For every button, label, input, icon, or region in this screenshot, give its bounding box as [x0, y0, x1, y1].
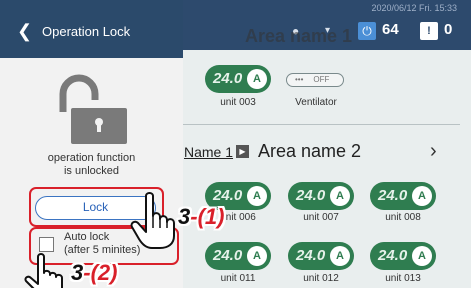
unit-label: unit 007 [303, 212, 339, 223]
unit-label: unit 011 [220, 273, 256, 284]
play-arrow-icon: ▶ [236, 145, 249, 158]
unit-label: unit 003 [220, 97, 256, 108]
chevron-left-icon[interactable]: ❮ [17, 22, 32, 40]
step-label-3-1: 3-(1) [178, 204, 224, 230]
unit-button[interactable]: 24.0 A [288, 182, 354, 210]
area2-header[interactable]: Name 1 ▶ Area name 2 › [160, 140, 471, 164]
unit-temp: 24.0 [213, 247, 243, 264]
unit-label: unit 012 [303, 273, 339, 284]
area2-name: Area name 2 [258, 141, 362, 161]
ventilator-label: Ventilator [295, 97, 337, 108]
area1-title: Area name 1 [245, 26, 353, 46]
auto-mode-icon: A [247, 246, 267, 266]
status-line-1: operation function [47, 152, 136, 164]
unit-temp: 24.0 [213, 70, 243, 87]
step-number: 3 [178, 204, 191, 229]
auto-mode-icon: A [412, 246, 432, 266]
chevron-right-icon[interactable]: › [430, 140, 437, 163]
pointing-hand-icon [24, 253, 63, 288]
unit-button[interactable]: 24.0 A [205, 242, 271, 270]
auto-mode-icon: A [247, 69, 267, 89]
unit-temp: 24.0 [296, 247, 326, 264]
unit-temp: 24.0 [378, 187, 408, 204]
divider [160, 124, 460, 125]
unit-button[interactable]: 24.0 A [288, 242, 354, 270]
step-number: 3 [71, 260, 84, 285]
area-name-link[interactable]: Name 1 [184, 144, 233, 160]
panel-title: Operation Lock [42, 24, 131, 39]
step-sub: -(1) [190, 204, 225, 229]
unit-button[interactable]: 24.0 A [205, 65, 271, 93]
power-icon: ⏻ [358, 22, 376, 40]
pointing-hand-icon [130, 192, 175, 249]
auto-mode-icon: A [247, 186, 267, 206]
unit-label: unit 008 [385, 212, 421, 223]
unit-temp: 24.0 [378, 247, 408, 264]
ventilator-toggle[interactable]: ••• OFF [286, 73, 344, 87]
auto-mode-icon: A [330, 186, 350, 206]
unit-label: unit 013 [385, 273, 421, 284]
unit-temp: 24.0 [296, 187, 326, 204]
warning-count: 0 [444, 21, 453, 38]
unit-button[interactable]: 24.0 A [370, 242, 436, 270]
panel-header: ❮ Operation Lock [0, 0, 183, 58]
unit-temp: 24.0 [213, 187, 243, 204]
warning-icon: ! [420, 22, 438, 40]
step-sub: -(2) [83, 260, 118, 285]
lock-status: operation function is unlocked [0, 152, 183, 178]
open-padlock-icon [59, 74, 127, 144]
step-label-3-2: 3-(2) [71, 260, 117, 286]
status-line-2: is unlocked [63, 165, 120, 177]
on-count: 64 [382, 21, 399, 38]
unit-button[interactable]: 24.0 A [370, 182, 436, 210]
auto-mode-icon: A [412, 186, 432, 206]
ventilator-status: OFF [313, 75, 330, 84]
auto-mode-icon: A [330, 246, 350, 266]
datetime: 2020/06/12 Fri. 15:33 [371, 3, 457, 13]
